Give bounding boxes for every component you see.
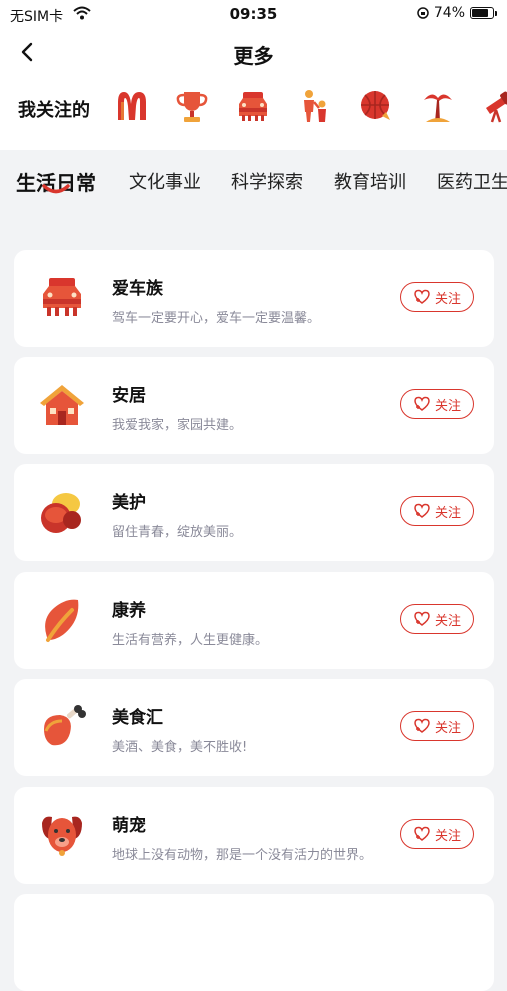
card-description: 地球上没有动物，那是一个没有活力的世界。 bbox=[112, 848, 373, 863]
follow-button-label: 关注 bbox=[434, 828, 461, 844]
card-title: 美护 bbox=[112, 493, 146, 513]
car-icon[interactable] bbox=[233, 86, 273, 126]
card-description: 留住青春，绽放美丽。 bbox=[112, 525, 243, 540]
tab-culture[interactable]: 文化事业 bbox=[129, 168, 201, 194]
category-card-home[interactable]: 安居 我爱我家，家园共建。 关注 bbox=[14, 357, 494, 454]
nav-bar: 更多 bbox=[0, 30, 507, 76]
followed-row: 我关注的 bbox=[0, 84, 507, 130]
category-card-partial[interactable] bbox=[14, 894, 494, 991]
heart-plus-icon bbox=[414, 826, 430, 841]
trophy-icon[interactable] bbox=[172, 86, 212, 126]
category-card-car[interactable]: 爱车族 驾车一定要开心，爱车一定要温馨。 关注 bbox=[14, 250, 494, 347]
palm-tree-icon[interactable] bbox=[418, 86, 458, 126]
page-title: 更多 bbox=[233, 44, 274, 68]
follow-button[interactable]: 关注 bbox=[400, 819, 474, 849]
category-card-beauty[interactable]: 美护 留住青春，绽放美丽。 关注 bbox=[14, 464, 494, 561]
follow-button-label: 关注 bbox=[434, 720, 461, 736]
card-description: 我爱我家，家园共建。 bbox=[112, 418, 243, 433]
house-icon bbox=[40, 385, 84, 425]
category-card-pets[interactable]: 萌宠 地球上没有动物，那是一个没有活力的世界。 关注 bbox=[14, 787, 494, 884]
follow-button-label: 关注 bbox=[434, 398, 461, 414]
follow-button-label: 关注 bbox=[434, 505, 461, 521]
active-tab-indicator bbox=[42, 184, 70, 194]
battery-icon bbox=[470, 7, 494, 19]
followed-label: 我关注的 bbox=[18, 100, 90, 121]
basketball-icon[interactable] bbox=[356, 86, 396, 126]
follow-button-label: 关注 bbox=[434, 291, 461, 307]
leaf-icon bbox=[45, 599, 79, 642]
heart-plus-icon bbox=[414, 396, 430, 411]
status-bar: 无SIM卡 09:35 74% bbox=[0, 0, 507, 30]
follow-button[interactable]: 关注 bbox=[400, 711, 474, 741]
tab-science[interactable]: 科学探索 bbox=[231, 168, 303, 194]
ham-icon bbox=[44, 705, 86, 746]
telescope-icon[interactable] bbox=[478, 86, 507, 126]
dog-icon bbox=[42, 816, 82, 856]
card-title: 安居 bbox=[112, 386, 146, 406]
follow-button[interactable]: 关注 bbox=[400, 389, 474, 419]
card-description: 美酒、美食，美不胜收! bbox=[112, 740, 248, 755]
car-icon bbox=[43, 278, 81, 316]
rotation-lock-icon bbox=[417, 7, 429, 19]
cosmetics-icon bbox=[41, 493, 81, 533]
card-title: 爱车族 bbox=[112, 279, 163, 299]
card-description: 驾车一定要开心，爱车一定要温馨。 bbox=[112, 311, 321, 326]
battery-cap bbox=[495, 10, 497, 16]
tab-medical[interactable]: 医药卫生 bbox=[437, 168, 507, 194]
category-card-food[interactable]: 美食汇 美酒、美食，美不胜收! 关注 bbox=[14, 679, 494, 776]
tab-education[interactable]: 教育培训 bbox=[334, 168, 406, 194]
card-title: 美食汇 bbox=[112, 708, 163, 728]
follow-button[interactable]: 关注 bbox=[400, 496, 474, 526]
heart-plus-icon bbox=[414, 289, 430, 304]
follow-button-label: 关注 bbox=[434, 613, 461, 629]
follow-button[interactable]: 关注 bbox=[400, 604, 474, 634]
heart-plus-icon bbox=[414, 611, 430, 626]
category-tabs: 生活日常 文化事业 科学探索 教育培训 医药卫生 bbox=[0, 160, 507, 210]
card-description: 生活有营养，人生更健康。 bbox=[112, 633, 269, 648]
mcdonalds-icon[interactable] bbox=[112, 86, 152, 126]
follow-button[interactable]: 关注 bbox=[400, 282, 474, 312]
card-title: 萌宠 bbox=[112, 816, 146, 836]
battery-percent: 74% bbox=[433, 5, 465, 21]
family-icon[interactable] bbox=[295, 86, 335, 126]
heart-plus-icon bbox=[414, 503, 430, 518]
card-title: 康养 bbox=[112, 601, 146, 621]
heart-plus-icon bbox=[414, 718, 430, 733]
category-card-health[interactable]: 康养 生活有营养，人生更健康。 关注 bbox=[14, 572, 494, 669]
